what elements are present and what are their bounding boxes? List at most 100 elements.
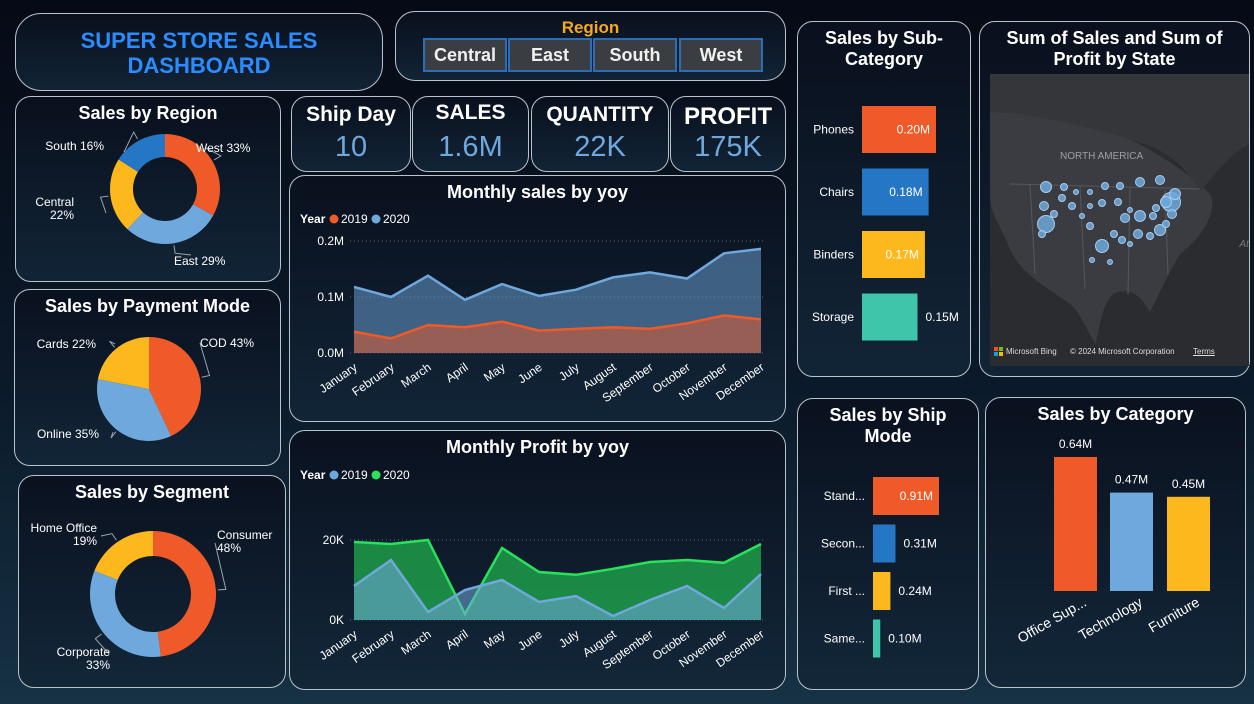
- state-bubble[interactable]: [1167, 209, 1177, 219]
- legend-title: Year: [300, 212, 326, 226]
- state-bubble[interactable]: [1116, 182, 1124, 190]
- state-bubble[interactable]: [1133, 229, 1143, 239]
- sales-by-payment-chart: COD 43% Online 35% Cards 22%: [37, 336, 254, 441]
- data-label: 0.20M: [897, 123, 930, 137]
- state-bubble[interactable]: [1110, 230, 1118, 238]
- legend-marker: [371, 214, 381, 224]
- pie-slice-consumer[interactable]: [153, 531, 217, 657]
- state-bubble[interactable]: [1060, 183, 1068, 191]
- pie-slice-home-office[interactable]: [94, 531, 153, 581]
- state-bubble[interactable]: [1155, 175, 1165, 185]
- state-bubble[interactable]: [1114, 198, 1122, 206]
- state-bubble[interactable]: [1098, 199, 1106, 207]
- state-bubble[interactable]: [1152, 204, 1160, 212]
- slice-label: East 29%: [174, 254, 226, 268]
- x-tick-label: July: [556, 360, 582, 384]
- state-bubble[interactable]: [1101, 182, 1109, 190]
- state-bubble[interactable]: [1068, 202, 1076, 210]
- state-bubble[interactable]: [1089, 257, 1095, 263]
- slice-label: Central: [35, 195, 74, 209]
- map-terms-link[interactable]: Terms: [1193, 347, 1215, 356]
- region-button-south[interactable]: South: [593, 38, 677, 72]
- bar-2[interactable]: [873, 572, 891, 610]
- state-bubble[interactable]: [1134, 210, 1146, 222]
- state-bubble[interactable]: [1058, 194, 1066, 202]
- x-tick-label: June: [515, 360, 545, 387]
- data-label: 0.47M: [1115, 473, 1148, 487]
- kpi-value: 10: [334, 131, 368, 163]
- data-label: 0.31M: [903, 537, 936, 551]
- data-label: 0.17M: [886, 248, 919, 262]
- kpi-sales: SALES 1.6M: [412, 96, 529, 172]
- state-bubble[interactable]: [1146, 232, 1154, 240]
- x-tick-label: April: [443, 360, 471, 385]
- bar-1[interactable]: [873, 524, 896, 563]
- leader-line: [109, 340, 116, 348]
- state-bubble[interactable]: [1086, 222, 1094, 230]
- state-bubble[interactable]: [1107, 259, 1113, 265]
- state-bubble[interactable]: [1038, 230, 1046, 238]
- sales-by-shipmode-chart: Stand... 0.91M Secon... 0.31M First ... 0.24M…: [821, 477, 939, 658]
- state-map[interactable]: NORTH AMERICA Atl Microsoft Bing © 2024 …: [990, 74, 1249, 366]
- legend-title: Year: [300, 468, 326, 482]
- slice-label: South 16%: [45, 139, 104, 153]
- state-bubble[interactable]: [1127, 207, 1133, 213]
- x-tick-label: March: [398, 627, 433, 658]
- state-bubble[interactable]: [1039, 201, 1049, 211]
- state-bubble[interactable]: [1160, 196, 1172, 208]
- bing-label: Microsoft Bing: [1006, 347, 1057, 356]
- state-bubble[interactable]: [1079, 213, 1085, 219]
- x-tick-label: July: [556, 627, 582, 651]
- bar-1[interactable]: [1110, 492, 1153, 591]
- map-title-line1: Sum of Sales and Sum of: [1006, 28, 1223, 48]
- kpi-label: SALES: [435, 101, 506, 124]
- state-bubble[interactable]: [1118, 236, 1126, 244]
- sales-profit-map-card: Sum of Sales and Sum of Profit by State …: [979, 21, 1250, 377]
- state-bubble[interactable]: [1149, 212, 1157, 220]
- region-button-west[interactable]: West: [679, 38, 763, 72]
- state-bubble[interactable]: [1073, 189, 1079, 195]
- region-button-central[interactable]: Central: [423, 38, 507, 72]
- leader-line: [100, 533, 117, 541]
- category-label: Storage: [812, 310, 854, 324]
- legend-entry[interactable]: 2019: [341, 468, 368, 482]
- category-label: Phones: [813, 123, 854, 137]
- state-bubble[interactable]: [1127, 241, 1133, 247]
- slice-label: Home Office: [31, 521, 98, 535]
- monthly-sales-chart: Year 2019 20200.0M0.1M0.2MJanuaryFebruary M…: [300, 212, 767, 405]
- state-bubble[interactable]: [1087, 203, 1093, 209]
- region-button-east[interactable]: East: [508, 38, 592, 72]
- sales-by-category-chart: 0.64M Office Sup... 0.47M Technology 0.45M Fu…: [1015, 437, 1210, 646]
- y-tick-label: 20K: [323, 533, 344, 547]
- bar-2[interactable]: [1167, 496, 1210, 591]
- monthly-profit-card: Monthly Profit by yoy Year 2019 2020 0K 20K J…: [289, 430, 786, 690]
- sales-by-segment-card: Sales by Segment Consumer 48% Corporate 33%…: [18, 475, 286, 688]
- chart-title: Sum of Sales and Sum of Profit by State: [980, 28, 1249, 70]
- bar-3[interactable]: [873, 619, 881, 658]
- sales-by-category-card: Sales by Category 0.64M Office Sup... 0.47…: [985, 397, 1246, 688]
- category-label: Stand...: [824, 489, 865, 503]
- y-tick-label: 0.2M: [317, 234, 344, 248]
- legend-entry[interactable]: 2020: [383, 212, 410, 226]
- legend-marker: [329, 214, 339, 224]
- state-bubble[interactable]: [1087, 189, 1093, 195]
- state-bubble[interactable]: [1095, 239, 1109, 253]
- bar-3[interactable]: [862, 293, 918, 341]
- x-tick-label: June: [515, 627, 545, 654]
- bar-0[interactable]: [1054, 457, 1097, 591]
- region-slicer: Region Central East South West: [395, 11, 786, 81]
- kpi-value: 1.6M: [438, 131, 503, 163]
- slice-label: Online 35%: [37, 427, 99, 441]
- legend-entry[interactable]: 2019: [341, 212, 368, 226]
- state-bubble[interactable]: [1135, 177, 1145, 187]
- state-bubble[interactable]: [1120, 213, 1130, 223]
- data-label: 0.10M: [888, 632, 921, 646]
- state-bubble[interactable]: [1162, 220, 1170, 228]
- kpi-label: Ship Day: [306, 103, 396, 126]
- x-tick-label: February: [349, 627, 396, 666]
- legend-entry[interactable]: 2020: [383, 468, 410, 482]
- y-tick-label: 0.1M: [317, 290, 344, 304]
- dashboard-title-line1: SUPER STORE SALES: [80, 28, 318, 53]
- y-tick-label: 0.0M: [317, 346, 344, 360]
- state-bubble[interactable]: [1040, 181, 1052, 193]
